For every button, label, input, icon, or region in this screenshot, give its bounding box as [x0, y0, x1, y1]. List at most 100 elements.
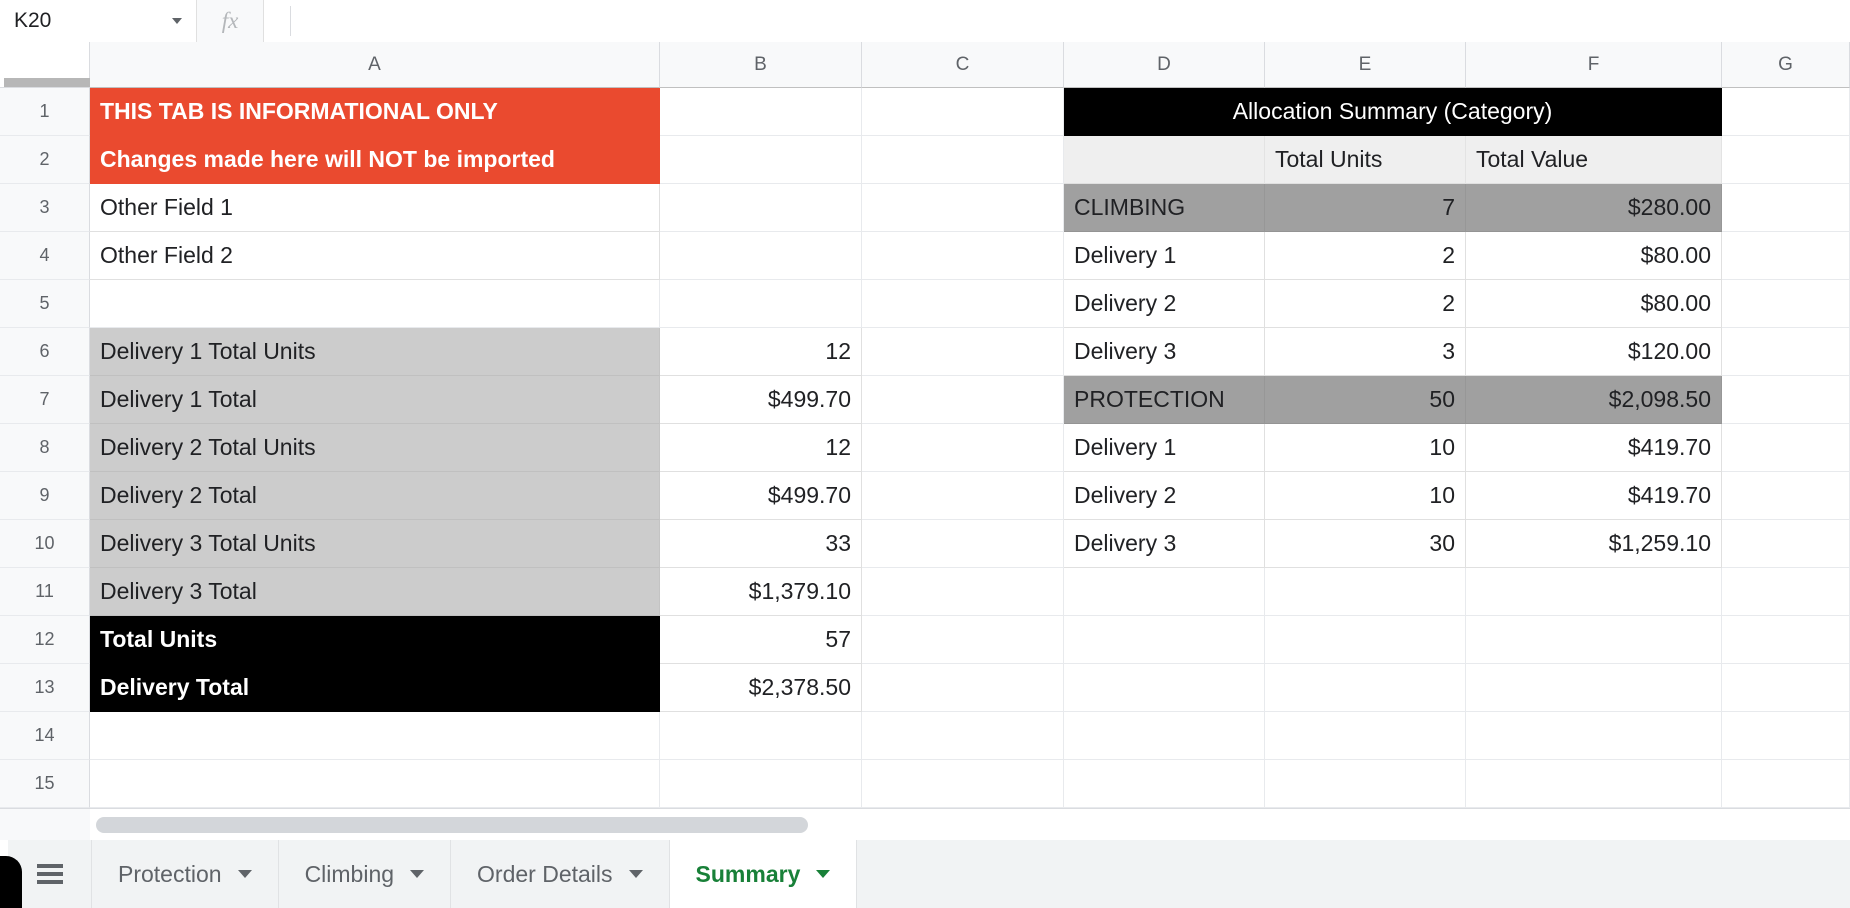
column-header-a[interactable]: A: [90, 42, 660, 88]
cell-f12[interactable]: [1466, 616, 1722, 664]
row-header-11[interactable]: 11: [0, 568, 90, 616]
cell-g12[interactable]: [1722, 616, 1850, 664]
cell-g6[interactable]: [1722, 328, 1850, 376]
cell-a12[interactable]: Total Units: [90, 616, 660, 664]
sheet-tab-climbing[interactable]: Climbing: [279, 840, 451, 908]
cell-b15[interactable]: [660, 760, 862, 808]
cell-b8[interactable]: 12: [660, 424, 862, 472]
cell-d15[interactable]: [1064, 760, 1265, 808]
cell-a2[interactable]: Changes made here will NOT be imported: [90, 136, 660, 184]
sheet-tab-order-details[interactable]: Order Details: [451, 840, 669, 908]
cell-d6[interactable]: Delivery 3: [1064, 328, 1265, 376]
cell-b4[interactable]: [660, 232, 862, 280]
cell-f11[interactable]: [1466, 568, 1722, 616]
horizontal-scrollbar[interactable]: [0, 808, 1850, 840]
cell-f6[interactable]: $120.00: [1466, 328, 1722, 376]
sheet-tab-summary[interactable]: Summary: [670, 840, 858, 908]
chevron-down-icon[interactable]: [238, 870, 252, 878]
cell-g4[interactable]: [1722, 232, 1850, 280]
cell-a4[interactable]: Other Field 2: [90, 232, 660, 280]
column-header-e[interactable]: E: [1265, 42, 1466, 88]
cell-d12[interactable]: [1064, 616, 1265, 664]
cell-b1[interactable]: [660, 88, 862, 136]
cell-c8[interactable]: [862, 424, 1064, 472]
cell-c4[interactable]: [862, 232, 1064, 280]
cell-c7[interactable]: [862, 376, 1064, 424]
cell-a11[interactable]: Delivery 3 Total: [90, 568, 660, 616]
cell-c13[interactable]: [862, 664, 1064, 712]
cell-e11[interactable]: [1265, 568, 1466, 616]
name-box[interactable]: K20: [0, 0, 196, 42]
cell-g2[interactable]: [1722, 136, 1850, 184]
cell-a10[interactable]: Delivery 3 Total Units: [90, 520, 660, 568]
cell-e3[interactable]: 7: [1265, 184, 1466, 232]
cell-b9[interactable]: $499.70: [660, 472, 862, 520]
cell-b14[interactable]: [660, 712, 862, 760]
cell-f13[interactable]: [1466, 664, 1722, 712]
cell-c3[interactable]: [862, 184, 1064, 232]
cell-d13[interactable]: [1064, 664, 1265, 712]
row-header-10[interactable]: 10: [0, 520, 90, 568]
row-header-6[interactable]: 6: [0, 328, 90, 376]
row-header-9[interactable]: 9: [0, 472, 90, 520]
cell-d4[interactable]: Delivery 1: [1064, 232, 1265, 280]
cell-c11[interactable]: [862, 568, 1064, 616]
cell-e9[interactable]: 10: [1265, 472, 1466, 520]
cell-b12[interactable]: 57: [660, 616, 862, 664]
sheet-tab-protection[interactable]: Protection: [92, 840, 279, 908]
cell-f10[interactable]: $1,259.10: [1466, 520, 1722, 568]
cell-d7[interactable]: PROTECTION: [1064, 376, 1265, 424]
cell-a15[interactable]: [90, 760, 660, 808]
cell-a8[interactable]: Delivery 2 Total Units: [90, 424, 660, 472]
column-header-g[interactable]: G: [1722, 42, 1850, 88]
cell-f4[interactable]: $80.00: [1466, 232, 1722, 280]
cell-g3[interactable]: [1722, 184, 1850, 232]
cell-f14[interactable]: [1466, 712, 1722, 760]
cell-g14[interactable]: [1722, 712, 1850, 760]
row-header-4[interactable]: 4: [0, 232, 90, 280]
cell-c6[interactable]: [862, 328, 1064, 376]
cell-g10[interactable]: [1722, 520, 1850, 568]
cell-e13[interactable]: [1265, 664, 1466, 712]
cell-c1[interactable]: [862, 88, 1064, 136]
cell-e5[interactable]: 2: [1265, 280, 1466, 328]
cell-a14[interactable]: [90, 712, 660, 760]
cell-b3[interactable]: [660, 184, 862, 232]
cell-b6[interactable]: 12: [660, 328, 862, 376]
cell-b2[interactable]: [660, 136, 862, 184]
cell-g8[interactable]: [1722, 424, 1850, 472]
cell-f15[interactable]: [1466, 760, 1722, 808]
chevron-down-icon[interactable]: [629, 870, 643, 878]
cell-g15[interactable]: [1722, 760, 1850, 808]
row-header-8[interactable]: 8: [0, 424, 90, 472]
cell-e8[interactable]: 10: [1265, 424, 1466, 472]
cell-f3[interactable]: $280.00: [1466, 184, 1722, 232]
row-header-15[interactable]: 15: [0, 760, 90, 808]
row-header-14[interactable]: 14: [0, 712, 90, 760]
cell-c12[interactable]: [862, 616, 1064, 664]
cell-d9[interactable]: Delivery 2: [1064, 472, 1265, 520]
cell-e14[interactable]: [1265, 712, 1466, 760]
cell-d10[interactable]: Delivery 3: [1064, 520, 1265, 568]
cell-e6[interactable]: 3: [1265, 328, 1466, 376]
row-header-2[interactable]: 2: [0, 136, 90, 184]
cell-f2[interactable]: Total Value: [1466, 136, 1722, 184]
cell-a5[interactable]: [90, 280, 660, 328]
cell-f7[interactable]: $2,098.50: [1466, 376, 1722, 424]
cell-e2[interactable]: Total Units: [1265, 136, 1466, 184]
horizontal-scrollbar-thumb[interactable]: [96, 817, 808, 833]
cell-d11[interactable]: [1064, 568, 1265, 616]
cell-f5[interactable]: $80.00: [1466, 280, 1722, 328]
cell-e12[interactable]: [1265, 616, 1466, 664]
cell-g5[interactable]: [1722, 280, 1850, 328]
formula-function-button[interactable]: fx: [196, 0, 264, 42]
cell-c14[interactable]: [862, 712, 1064, 760]
chevron-down-icon[interactable]: [816, 870, 830, 878]
cell-g9[interactable]: [1722, 472, 1850, 520]
cell-b13[interactable]: $2,378.50: [660, 664, 862, 712]
cell-a9[interactable]: Delivery 2 Total: [90, 472, 660, 520]
cell-c2[interactable]: [862, 136, 1064, 184]
cell-a7[interactable]: Delivery 1 Total: [90, 376, 660, 424]
cell-a3[interactable]: Other Field 1: [90, 184, 660, 232]
column-header-d[interactable]: D: [1064, 42, 1265, 88]
